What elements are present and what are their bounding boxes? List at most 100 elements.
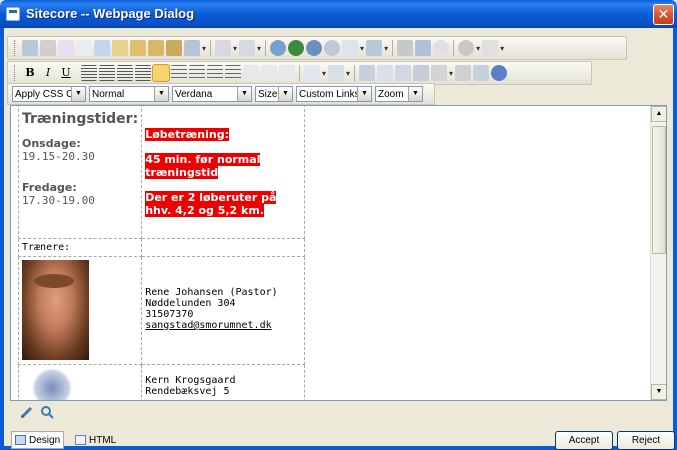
unordered-list-icon[interactable]	[189, 65, 205, 81]
insert-snippet-icon[interactable]	[415, 40, 432, 56]
abc-spellcheck-icon[interactable]	[473, 65, 490, 81]
font-name-select[interactable]: Verdana ▼	[172, 86, 252, 102]
trainer-info-cell[interactable]: Kern Krogsgaard Rendebæksvej 5	[141, 364, 305, 400]
insert-symbol-icon[interactable]	[458, 40, 475, 56]
insert-link-icon[interactable]	[270, 40, 287, 56]
zoom-select[interactable]: Zoom ▼	[375, 86, 423, 102]
justify-none-icon[interactable]	[152, 64, 170, 82]
outdent-icon[interactable]	[225, 65, 241, 81]
chevron-down-icon[interactable]: ▼	[408, 87, 422, 101]
notes-cell[interactable]: Løbetræning: 45 min. før normal trænings…	[141, 106, 305, 239]
bold-button[interactable]: B	[22, 65, 38, 81]
table-wizard-icon[interactable]	[377, 65, 394, 81]
custom-links-select[interactable]: Custom Links ▼	[296, 86, 372, 102]
toolbar-separator	[299, 65, 300, 81]
chevron-down-icon[interactable]: ▼	[278, 87, 292, 101]
italic-button[interactable]: I	[40, 65, 56, 81]
chevron-down-icon[interactable]: ▾	[476, 44, 480, 53]
pencil-icon[interactable]	[20, 405, 34, 419]
paste-word-icon[interactable]	[130, 40, 146, 56]
content-table: Træningstider: Onsdage: 19.15-20.30 Fred…	[17, 106, 305, 400]
chevron-down-icon[interactable]: ▾	[384, 44, 388, 53]
help-icon[interactable]	[491, 65, 508, 81]
paste-icon[interactable]	[112, 40, 128, 56]
underline-button[interactable]: U	[58, 65, 74, 81]
trainer-photo-cell[interactable]	[17, 256, 143, 365]
insert-sitecore-link-icon[interactable]	[288, 40, 305, 56]
remove-link-icon[interactable]	[324, 40, 341, 56]
chevron-down-icon[interactable]: ▾	[346, 69, 350, 78]
insert-paragraph-icon[interactable]	[397, 40, 414, 56]
chevron-down-icon[interactable]: ▼	[357, 87, 371, 101]
chevron-down-icon[interactable]: ▼	[237, 87, 251, 101]
chevron-down-icon[interactable]: ▾	[500, 44, 504, 53]
schedule-cell[interactable]: Træningstider: Onsdage: 19.15-20.30 Fred…	[17, 106, 143, 239]
insert-media-icon[interactable]	[306, 40, 323, 56]
copy-icon[interactable]	[94, 40, 110, 56]
format-painter-icon[interactable]	[455, 65, 472, 81]
html-tab[interactable]: HTML	[71, 431, 120, 449]
chevron-down-icon[interactable]: ▼	[154, 87, 168, 101]
form-element-icon[interactable]	[413, 65, 430, 81]
scroll-thumb[interactable]	[652, 126, 666, 254]
reject-button[interactable]: Reject	[617, 431, 675, 450]
design-tab[interactable]: Design	[11, 431, 65, 449]
cut-icon[interactable]	[76, 40, 92, 56]
close-button[interactable]: ✕	[653, 4, 674, 25]
chevron-down-icon[interactable]: ▾	[360, 44, 364, 53]
indent-icon[interactable]	[207, 65, 223, 81]
accept-button[interactable]: Accept	[555, 431, 613, 450]
spellcheck-icon[interactable]	[58, 40, 74, 56]
paragraph-format-value: Normal	[92, 88, 125, 100]
zoom-value: Zoom	[378, 88, 404, 100]
find-icon[interactable]	[40, 40, 56, 56]
chevron-down-icon[interactable]: ▼	[71, 87, 85, 101]
print-icon[interactable]	[22, 40, 38, 56]
font-color-icon[interactable]	[304, 65, 320, 81]
horizontal-rule-icon[interactable]	[359, 65, 376, 81]
superscript-icon[interactable]	[279, 65, 295, 81]
chevron-down-icon[interactable]: ▾	[233, 44, 237, 53]
paragraph-format-select[interactable]: Normal ▼	[89, 86, 169, 102]
chevron-down-icon[interactable]: ▾	[257, 44, 261, 53]
table-properties-icon[interactable]	[366, 40, 383, 56]
chevron-down-icon[interactable]: ▾	[449, 69, 453, 78]
magnifier-icon[interactable]	[40, 405, 54, 419]
editor-area[interactable]: Træningstider: Onsdage: 19.15-20.30 Fred…	[10, 105, 667, 401]
justify-full-icon[interactable]	[135, 65, 151, 81]
toolbar-separator	[265, 40, 267, 56]
subscript-icon[interactable]	[261, 65, 277, 81]
toolbar-grip[interactable]	[14, 65, 17, 81]
club-logo[interactable]	[32, 368, 72, 400]
special-chars-icon[interactable]	[431, 65, 448, 81]
align-center-icon[interactable]	[99, 65, 115, 81]
vertical-scrollbar[interactable]: ▲ ▼	[650, 106, 666, 400]
chevron-down-icon[interactable]: ▾	[322, 69, 326, 78]
css-class-select[interactable]: Apply CSS Class ▼	[12, 86, 86, 102]
insert-table-icon[interactable]	[342, 40, 359, 56]
empty-cell[interactable]	[141, 238, 305, 257]
font-size-select[interactable]: Size ▼	[255, 86, 293, 102]
trainer-email-link[interactable]: sangstad@smorumnet.dk	[145, 320, 271, 331]
image-manager-icon[interactable]	[395, 65, 412, 81]
format-stripper-icon[interactable]	[184, 40, 200, 56]
trainer-info-cell[interactable]: Rene Johansen (Pastor) Nøddelunden 304 3…	[141, 256, 305, 365]
align-left-icon[interactable]	[81, 65, 97, 81]
redo-icon[interactable]	[239, 40, 256, 56]
trainers-label-cell[interactable]: Trænere:	[17, 238, 143, 257]
paste-html-icon[interactable]	[166, 40, 182, 56]
align-right-icon[interactable]	[117, 65, 133, 81]
toolbar-grip[interactable]	[14, 40, 17, 56]
scroll-down-button[interactable]: ▼	[651, 384, 666, 400]
scroll-up-button[interactable]: ▲	[651, 106, 666, 122]
insert-template-icon[interactable]	[482, 40, 499, 56]
chevron-down-icon[interactable]: ▾	[202, 44, 206, 53]
undo-icon[interactable]	[215, 40, 232, 56]
highlight-color-icon[interactable]	[328, 65, 345, 81]
trainer-photo[interactable]	[22, 260, 89, 360]
insert-date-icon[interactable]	[433, 40, 450, 56]
trainer-photo-cell[interactable]	[17, 364, 143, 400]
strikethrough-icon[interactable]	[243, 65, 259, 81]
ordered-list-icon[interactable]	[171, 65, 187, 81]
paste-text-icon[interactable]	[148, 40, 164, 56]
